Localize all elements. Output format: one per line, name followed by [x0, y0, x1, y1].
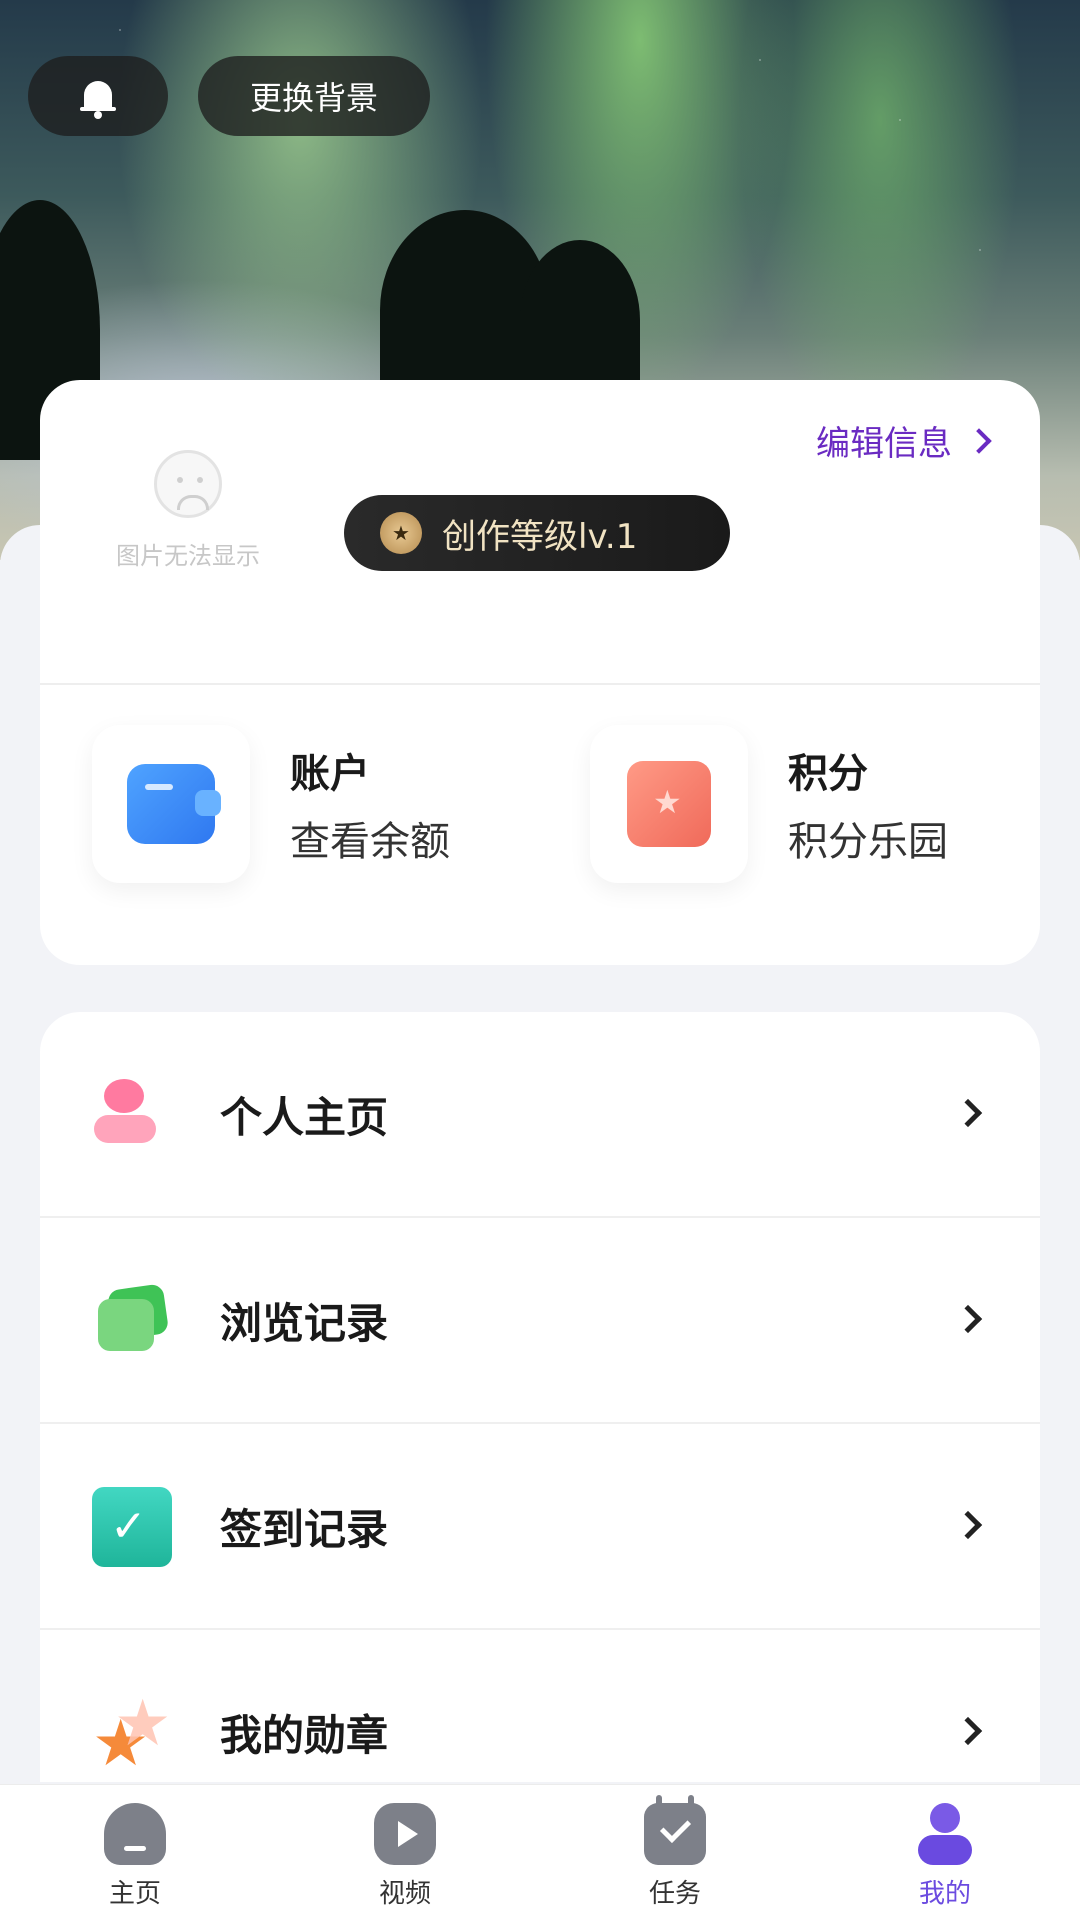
- account-subtitle: 查看余额: [290, 819, 450, 865]
- tab-label: 主页: [108, 1879, 161, 1909]
- creator-level-label: 创作等级lv.1: [442, 516, 638, 557]
- broken-image-icon: [154, 450, 222, 518]
- chevron-right-icon: [953, 1716, 983, 1745]
- tab-home[interactable]: 主页: [0, 1785, 270, 1920]
- edit-info-label: 编辑信息: [816, 424, 952, 464]
- menu-item-checkin-history[interactable]: 签到记录: [40, 1424, 1040, 1629]
- task-calendar-icon: [644, 1795, 706, 1865]
- chevron-right-icon: [953, 1510, 983, 1539]
- notification-button[interactable]: [28, 56, 168, 136]
- edit-info-link[interactable]: 编辑信息: [816, 416, 992, 465]
- account-icon-box: [92, 725, 250, 883]
- change-background-label: 更换背景: [249, 79, 378, 117]
- wallet-icon: [127, 764, 221, 844]
- tab-mine[interactable]: 我的: [810, 1785, 1080, 1920]
- menu-item-my-medals[interactable]: 我的勋章: [40, 1630, 1040, 1782]
- chevron-right-icon: [966, 427, 992, 454]
- home-icon: [104, 1803, 166, 1865]
- tab-video[interactable]: 视频: [270, 1785, 540, 1920]
- tab-label: 任务: [648, 1879, 701, 1909]
- tree-silhouette: [520, 240, 640, 400]
- video-play-icon: [374, 1803, 436, 1865]
- medal-stars-icon: [92, 1687, 172, 1781]
- change-background-button[interactable]: 更换背景: [198, 56, 430, 136]
- profile-icon: [914, 1803, 976, 1865]
- checkin-calendar-icon: [92, 1486, 172, 1567]
- avatar[interactable]: 图片无法显示: [98, 450, 278, 580]
- divider: [40, 683, 1040, 685]
- avatar-fallback-text: 图片无法显示: [116, 542, 260, 570]
- tab-label: 我的: [918, 1879, 971, 1909]
- menu-item-label: 个人主页: [220, 1093, 389, 1142]
- creator-level-badge[interactable]: ★ 创作等级lv.1: [344, 495, 730, 571]
- menu-card: 个人主页 浏览记录 签到记录 我的勋章: [40, 1012, 1040, 1782]
- tab-label: 视频: [378, 1879, 431, 1909]
- account-shortcut[interactable]: 账户 查看余额: [92, 725, 450, 883]
- profile-card: 编辑信息 图片无法显示 ★ 创作等级lv.1 账户 查看余额 积分 积分乐园: [40, 380, 1040, 965]
- person-icon: [92, 1075, 172, 1155]
- menu-item-label: 我的勋章: [220, 1711, 389, 1760]
- menu-item-label: 签到记录: [220, 1505, 389, 1554]
- chevron-right-icon: [953, 1098, 983, 1127]
- points-subtitle: 积分乐园: [788, 819, 948, 865]
- menu-item-browse-history[interactable]: 浏览记录: [40, 1218, 1040, 1423]
- points-shortcut[interactable]: 积分 积分乐园: [590, 725, 948, 883]
- points-icon: [627, 761, 711, 847]
- menu-item-label: 浏览记录: [220, 1299, 389, 1348]
- account-title: 账户: [290, 751, 370, 797]
- chevron-right-icon: [953, 1304, 983, 1333]
- bell-icon: [80, 81, 116, 119]
- points-icon-box: [590, 725, 748, 883]
- tab-tasks[interactable]: 任务: [540, 1785, 810, 1920]
- browse-history-icon: [92, 1281, 172, 1361]
- menu-item-personal-homepage[interactable]: 个人主页: [40, 1012, 1040, 1217]
- points-title: 积分: [788, 751, 868, 797]
- medal-icon: ★: [380, 512, 422, 554]
- bottom-tab-bar: 主页 视频 任务 我的: [0, 1784, 1080, 1920]
